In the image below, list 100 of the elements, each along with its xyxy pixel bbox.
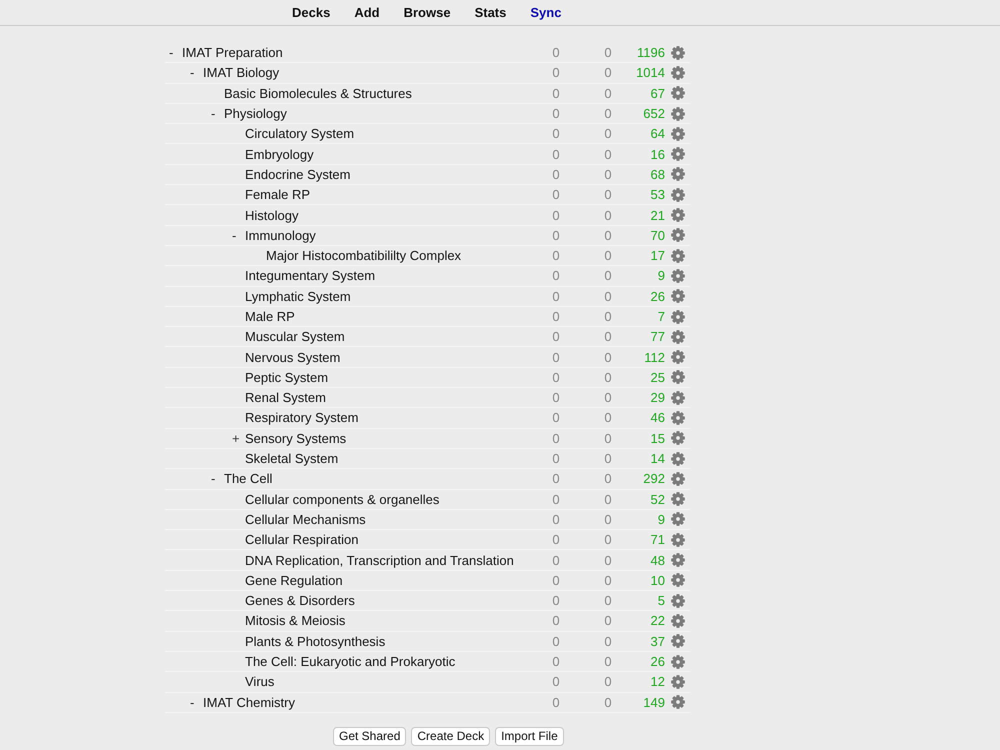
deck-name[interactable]: Nervous System — [245, 350, 340, 365]
gear-icon[interactable] — [671, 248, 685, 263]
gear-icon[interactable] — [671, 86, 685, 100]
count-number: 0 — [604, 268, 612, 284]
deck-name[interactable]: The Cell: Eukaryotic and Prokaryotic — [245, 654, 456, 670]
deck-name[interactable]: Genes & Disorders — [245, 593, 355, 608]
deck-name[interactable]: Circulatory System — [245, 126, 354, 142]
gear-icon[interactable] — [671, 350, 685, 364]
gear-icon[interactable] — [671, 614, 685, 628]
footer-button[interactable]: Get Shared — [333, 727, 406, 746]
count-number: 0 — [552, 187, 560, 202]
count-number: 0 — [552, 654, 560, 670]
deck-name[interactable]: Gene Regulation — [245, 572, 343, 588]
count-number: 29 — [650, 390, 666, 406]
deck-name[interactable]: Histology — [245, 208, 298, 223]
expander-toggle[interactable]: - — [190, 65, 194, 80]
gear-icon[interactable] — [671, 634, 685, 648]
gear-icon[interactable] — [671, 66, 685, 80]
gear-icon[interactable] — [671, 431, 685, 446]
expander-toggle[interactable]: - — [232, 228, 236, 243]
deck-name[interactable]: Muscular System — [245, 329, 345, 344]
gear-icon[interactable] — [671, 188, 685, 202]
deck-name[interactable]: Major Histocombatibililty Complex — [266, 248, 462, 264]
deck-name[interactable]: Physiology — [224, 106, 287, 122]
gear-icon[interactable] — [671, 126, 685, 141]
gear-icon[interactable] — [671, 492, 685, 506]
deck-name[interactable]: Cellular components & organelles — [245, 492, 440, 507]
expander-toggle[interactable]: - — [190, 694, 194, 710]
deck-name[interactable]: Male RP — [245, 309, 295, 324]
gear-icon[interactable] — [671, 370, 685, 384]
deck-name[interactable]: Renal System — [245, 390, 326, 406]
gear-icon[interactable] — [671, 472, 685, 486]
deck-name[interactable]: Peptic System — [245, 370, 328, 385]
count-number: 46 — [650, 410, 666, 426]
deck-name[interactable]: IMAT Chemistry — [203, 694, 295, 710]
nav-link[interactable]: Browse — [404, 5, 451, 20]
deck-name[interactable]: Embryology — [245, 146, 314, 162]
count-number: 0 — [552, 390, 560, 406]
gear-icon[interactable] — [671, 289, 685, 304]
count-number: 0 — [552, 410, 560, 426]
gear-icon[interactable] — [671, 106, 685, 121]
count-number: 0 — [552, 370, 560, 385]
expander-toggle[interactable]: + — [232, 430, 240, 446]
gear-icon[interactable] — [671, 330, 685, 344]
gear-icon[interactable] — [671, 532, 685, 547]
footer-button[interactable]: Create Deck — [411, 727, 490, 746]
deck-name[interactable]: Integumentary System — [245, 268, 376, 284]
nav-link[interactable]: Stats — [474, 5, 506, 20]
deck-name[interactable]: Sensory Systems — [245, 430, 346, 446]
gear-icon[interactable] — [671, 228, 685, 242]
deck-name[interactable]: Respiratory System — [245, 410, 358, 426]
gear-icon[interactable] — [671, 594, 685, 608]
deck-name[interactable]: Basic Biomolecules & Structures — [224, 86, 412, 101]
count-number: 0 — [604, 208, 612, 223]
gear-icon[interactable] — [671, 208, 685, 222]
gear-icon[interactable] — [671, 674, 685, 689]
count-number: 0 — [604, 65, 612, 80]
count-number: 7 — [658, 309, 666, 324]
count-number: 0 — [552, 593, 560, 608]
gear-icon[interactable] — [671, 310, 685, 324]
deck-name[interactable]: Immunology — [245, 228, 316, 243]
count-number: 0 — [604, 45, 612, 60]
deck-name[interactable]: The Cell — [224, 471, 272, 486]
count-number: 77 — [650, 329, 666, 344]
gear-icon[interactable] — [671, 573, 685, 588]
gear-icon[interactable] — [671, 167, 685, 182]
deck-name[interactable]: Skeletal System — [245, 451, 338, 466]
gear-icon[interactable] — [671, 452, 685, 466]
footer-button[interactable]: Import File — [495, 727, 564, 746]
deck-name[interactable]: IMAT Biology — [203, 65, 280, 80]
gear-icon[interactable] — [671, 512, 685, 526]
deck-name[interactable]: Cellular Respiration — [245, 532, 358, 548]
deck-name[interactable]: Mitosis & Meiosis — [245, 613, 346, 628]
gear-icon[interactable] — [671, 654, 685, 669]
gear-icon[interactable] — [671, 390, 685, 405]
expander-toggle[interactable]: - — [169, 45, 174, 60]
gear-icon[interactable] — [671, 553, 685, 568]
deck-name[interactable]: Cellular Mechanisms — [245, 512, 366, 527]
count-number: 0 — [552, 613, 560, 628]
deck-name[interactable]: Female RP — [245, 187, 310, 202]
expander-toggle[interactable]: - — [211, 106, 216, 122]
deck-name[interactable]: IMAT Preparation — [182, 45, 283, 60]
nav-link[interactable]: Sync — [530, 5, 562, 20]
count-number: 71 — [650, 532, 666, 548]
count-number: 0 — [604, 572, 612, 588]
gear-icon[interactable] — [671, 268, 685, 283]
nav-link[interactable]: Decks — [292, 5, 330, 20]
deck-name[interactable]: Plants & Photosynthesis — [245, 634, 386, 649]
nav-link[interactable]: Add — [354, 5, 380, 20]
deck-name[interactable]: Lymphatic System — [245, 288, 351, 304]
gear-icon[interactable] — [671, 695, 685, 710]
deck-name[interactable]: DNA Replication, Transcription and Translation — [245, 552, 514, 568]
expander-toggle[interactable]: - — [211, 471, 216, 486]
deck-name[interactable]: Virus — [245, 674, 274, 690]
gear-icon[interactable] — [671, 147, 685, 162]
count-number: 0 — [604, 694, 612, 710]
gear-icon[interactable] — [671, 410, 685, 425]
deck-name[interactable]: Endocrine System — [245, 166, 350, 182]
gear-icon[interactable] — [671, 46, 685, 60]
count-number: 292 — [643, 471, 666, 486]
